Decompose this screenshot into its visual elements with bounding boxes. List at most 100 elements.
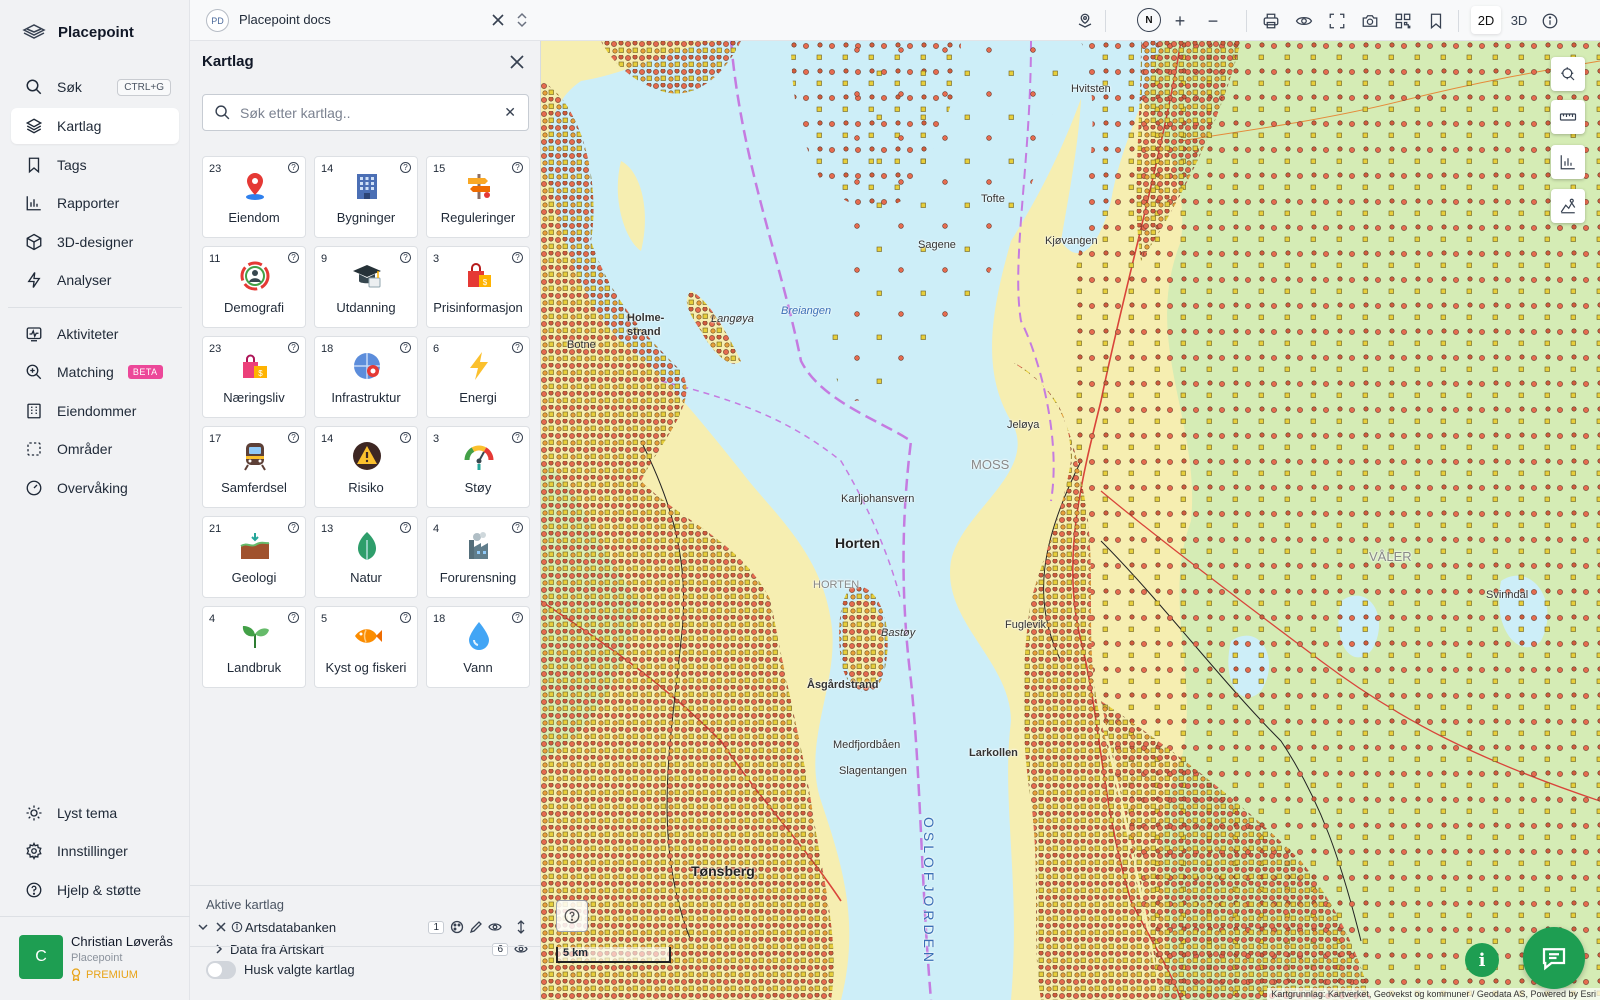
category-card-samferdsel[interactable]: 17 ? Samferdsel (202, 426, 306, 508)
nav-item-aktiviteter[interactable]: Aktiviteter (11, 316, 179, 352)
chevron-updown-icon[interactable] (515, 12, 529, 28)
category-card-landbruk[interactable]: 4 ? Landbruk (202, 606, 306, 688)
layer-search-input[interactable] (240, 104, 480, 121)
nav-item-kartlag[interactable]: Kartlag (11, 108, 179, 144)
place-label: Tofte (981, 193, 1005, 205)
bookmark-button[interactable] (1425, 10, 1447, 32)
active-layer-row[interactable]: Artsdatabanken 1 (190, 916, 540, 938)
category-card-vann[interactable]: 18 ? Vann (426, 606, 530, 688)
nav-item-overvaking[interactable]: Overvåking (11, 470, 179, 506)
close-icon[interactable] (508, 53, 526, 71)
fullscreen-button[interactable] (1326, 10, 1348, 32)
terrain-profile-button[interactable] (1551, 189, 1585, 223)
mode-2d-button[interactable]: 2D (1471, 6, 1501, 34)
user-name: Christian Løverås (71, 934, 173, 949)
remember-layers-toggle[interactable] (206, 961, 236, 979)
close-icon[interactable] (490, 12, 506, 28)
info-icon[interactable]: ? (400, 522, 411, 533)
category-card-bygninger[interactable]: 14 ? Bygninger (314, 156, 418, 238)
placepoint-logo-icon (22, 24, 46, 39)
map-identify-button[interactable] (1551, 57, 1585, 91)
qr-code-icon (1395, 13, 1411, 29)
info-icon[interactable]: ? (288, 612, 299, 623)
info-icon[interactable]: ? (288, 432, 299, 443)
layer-location-button[interactable] (1074, 10, 1096, 32)
layer-count: 9 (321, 253, 328, 265)
palette-icon[interactable] (450, 920, 464, 934)
chat-support-button[interactable] (1523, 927, 1585, 989)
category-card-forurensning[interactable]: 4 ? Forurensning (426, 516, 530, 598)
category-card-reguleringer[interactable]: 15 ? Reguleringer (426, 156, 530, 238)
nav-item-matching[interactable]: Matching BETA (11, 354, 179, 390)
category-card-eiendom[interactable]: 23 ? Eiendom (202, 156, 306, 238)
place-label: MOSS (971, 457, 1010, 472)
category-card-naeringsliv[interactable]: 23 ? $ Næringsliv (202, 336, 306, 418)
chevron-down-icon[interactable] (196, 920, 210, 934)
nav-item-rapporter[interactable]: Rapporter (11, 185, 179, 221)
nav-item-3d-designer[interactable]: 3D-designer (11, 224, 179, 260)
layer-count: 11 (209, 253, 221, 265)
info-button[interactable] (1539, 10, 1561, 32)
info-icon[interactable]: ? (400, 432, 411, 443)
nav-item-lyst-tema[interactable]: Lyst tema (11, 795, 179, 831)
info-icon[interactable]: ? (512, 162, 523, 173)
info-fab[interactable]: i (1465, 943, 1499, 977)
statistics-button[interactable] (1551, 145, 1585, 179)
category-card-infrastruktur[interactable]: 18 ? Infrastruktur (314, 336, 418, 418)
compass-button[interactable]: N (1137, 8, 1161, 32)
info-icon[interactable]: ? (400, 162, 411, 173)
info-icon[interactable]: ? (288, 342, 299, 353)
map-attribution: Kartgrunnlag: Kartverket, Geovekst og ko… (1267, 988, 1600, 1000)
map-help-button[interactable] (556, 900, 588, 932)
zoom-out-button[interactable]: − (1202, 10, 1224, 32)
category-card-energi[interactable]: 6 ? Energi (426, 336, 530, 418)
info-icon[interactable] (231, 921, 243, 933)
info-icon[interactable]: ? (288, 162, 299, 173)
eye-icon[interactable] (488, 920, 502, 934)
layer-count: 4 (209, 613, 216, 625)
category-label: Reguleringer (440, 210, 516, 225)
remove-layer-icon[interactable] (214, 920, 228, 934)
category-card-utdanning[interactable]: 9 ? Utdanning (314, 246, 418, 328)
nav-item-eiendommer[interactable]: Eiendommer (11, 393, 179, 429)
info-icon[interactable]: ? (512, 432, 523, 443)
category-card-natur[interactable]: 13 ? Natur (314, 516, 418, 598)
mode-3d-button[interactable]: 3D (1504, 6, 1534, 34)
nav-label: Lyst tema (57, 805, 118, 821)
user-card[interactable]: C Christian Løverås Placepoint PREMIUM (0, 916, 190, 1000)
view-button[interactable] (1293, 10, 1315, 32)
zoom-in-button[interactable]: + (1169, 10, 1191, 32)
info-icon[interactable]: ? (512, 252, 523, 263)
category-card-demografi[interactable]: 11 ? Demografi (202, 246, 306, 328)
qr-code-button[interactable] (1392, 10, 1414, 32)
category-card-prisinformasjon[interactable]: 3 ? $ Prisinformasjon (426, 246, 530, 328)
layer-count: 6 (433, 343, 440, 355)
clear-search-icon[interactable]: ✕ (504, 104, 516, 121)
nav-item-omrader[interactable]: Områder (11, 431, 179, 467)
info-icon[interactable]: ? (512, 612, 523, 623)
info-icon[interactable]: ? (400, 612, 411, 623)
brand[interactable]: Placepoint (22, 20, 134, 44)
screenshot-button[interactable] (1359, 10, 1381, 32)
info-icon[interactable]: ? (512, 342, 523, 353)
info-icon[interactable]: ? (400, 342, 411, 353)
nav-item-hjelp[interactable]: Hjelp & støtte (11, 872, 179, 908)
nav-item-search[interactable]: Søk CTRL+G (11, 69, 179, 105)
nav-item-innstillinger[interactable]: Innstillinger (11, 833, 179, 869)
nav-item-tags[interactable]: Tags (11, 147, 179, 183)
category-card-geologi[interactable]: 21 ? Geologi (202, 516, 306, 598)
print-button[interactable] (1260, 10, 1282, 32)
info-icon[interactable]: ? (400, 252, 411, 263)
category-card-kyst-og-fiskeri[interactable]: 5 ? Kyst og fiskeri (314, 606, 418, 688)
reorder-icon[interactable] (514, 920, 528, 934)
map-canvas[interactable]: Horten HORTEN Holme-strand Breiangen Bas… (541, 41, 1600, 1000)
nav-item-analyser[interactable]: Analyser (11, 262, 179, 298)
info-icon[interactable]: ? (288, 252, 299, 263)
edit-icon[interactable] (469, 920, 483, 934)
workspace-title[interactable]: Placepoint docs (239, 12, 331, 27)
category-card-stoy[interactable]: 3 ? Støy (426, 426, 530, 508)
category-card-risiko[interactable]: 14 ? Risiko (314, 426, 418, 508)
info-icon[interactable]: ? (512, 522, 523, 533)
info-icon[interactable]: ? (288, 522, 299, 533)
measure-button[interactable] (1551, 100, 1585, 134)
